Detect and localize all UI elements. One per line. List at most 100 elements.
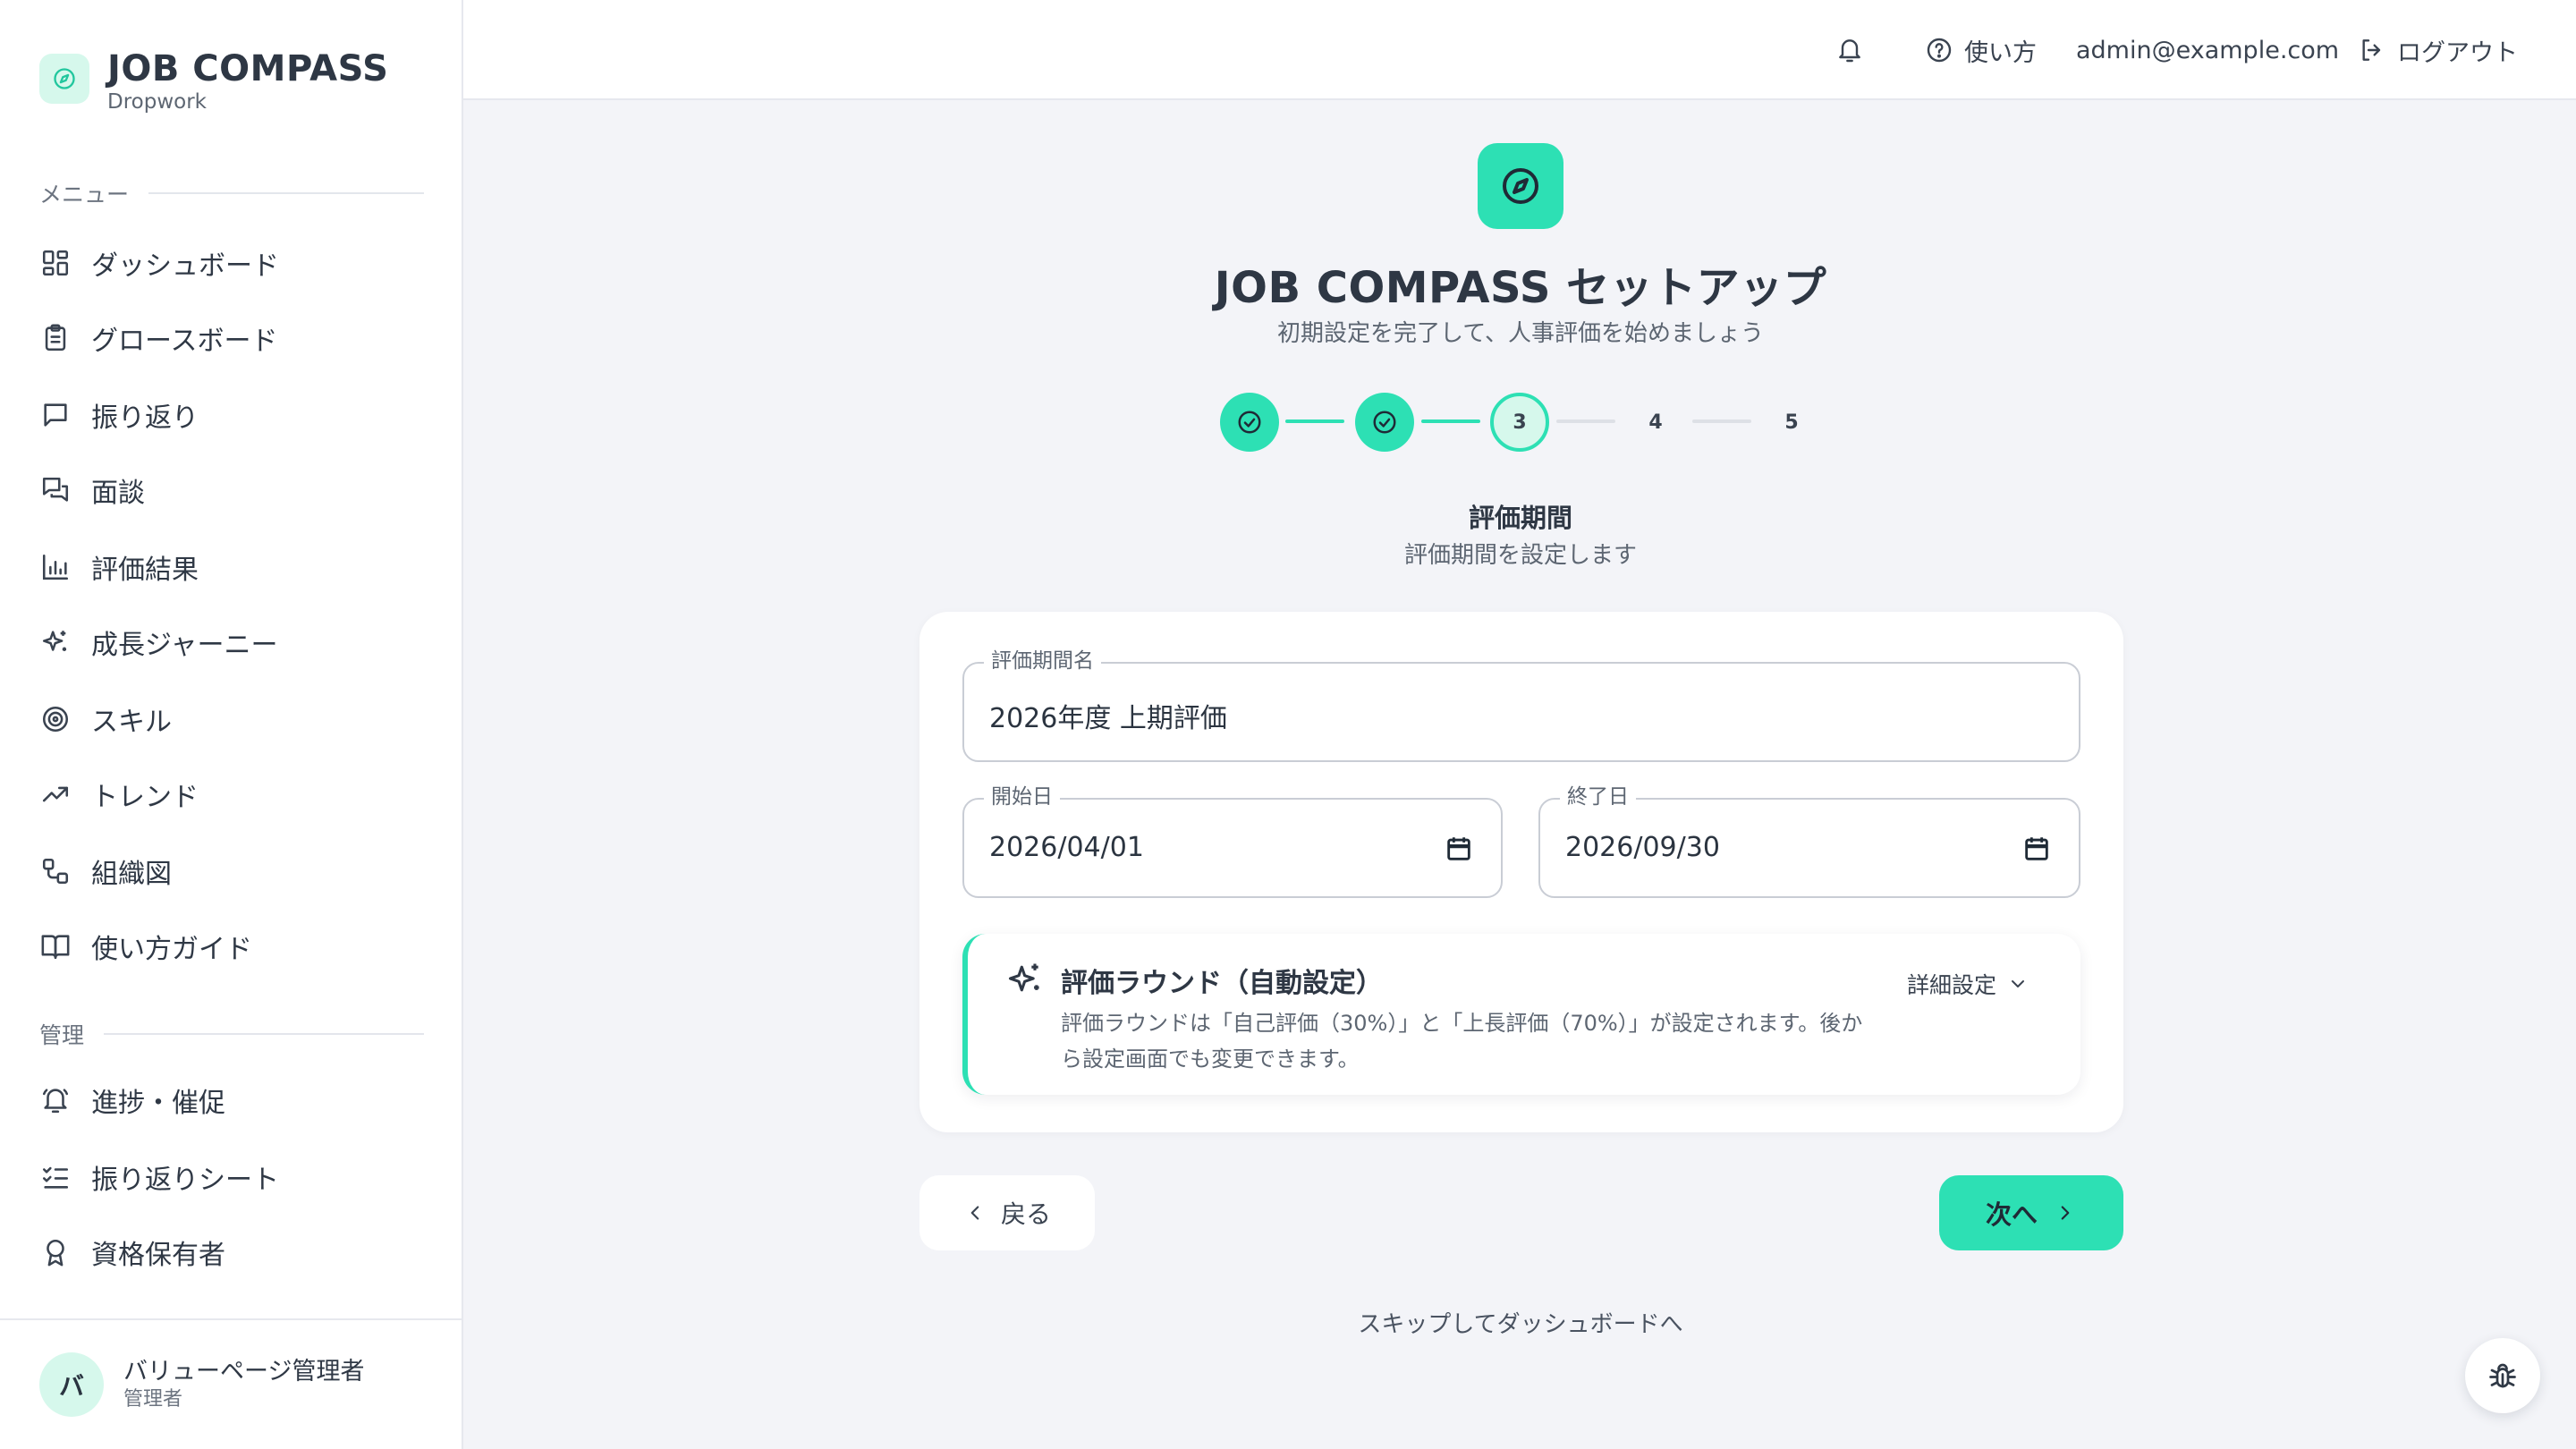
start-date-field[interactable]: 開始日 2026/04/01 (962, 784, 1503, 898)
setup-card: 評価期間名 2026年度 上期評価 開始日 2026/04/01 終了日 202… (919, 612, 2123, 1132)
logout-button[interactable]: ログアウト (2358, 30, 2518, 70)
sidebar-item-certification-holders[interactable]: 資格保有者 (39, 1225, 225, 1279)
chevron-right-icon (2061, 1206, 2070, 1220)
app-root: JOB COMPASS Dropwork メニュー ダッシュボード グロースボー… (0, 0, 2576, 1449)
sidebar-item-dashboard[interactable]: ダッシュボード (39, 236, 279, 290)
check-circle-icon (1373, 411, 1396, 434)
top-bar: 使い方 admin@example.com ログアウト (463, 0, 2576, 100)
trending-up-icon (39, 778, 72, 810)
avatar: バ (39, 1352, 104, 1417)
back-button[interactable]: 戻る (919, 1175, 1095, 1250)
user-role: 管理者 (123, 1388, 183, 1411)
checklist-icon (39, 1161, 72, 1193)
brand-subtitle: Dropwork (107, 90, 207, 114)
sidebar-item-label: 進捗・催促 (91, 1088, 225, 1119)
detail-settings-label: 詳細設定 (1907, 972, 1997, 998)
sidebar-item-label: 振り返り (91, 402, 199, 434)
logout-icon (2358, 36, 2386, 64)
step-4: 4 (1648, 411, 1663, 434)
check-circle-icon (1238, 411, 1261, 434)
sidebar-item-growth-board[interactable]: グロースボード (39, 311, 278, 365)
book-icon (39, 930, 72, 962)
sidebar-item-interview[interactable]: 面談 (39, 463, 145, 517)
sidebar-item-label: 組織図 (91, 859, 172, 890)
step-title: 評価期間 (1468, 503, 1572, 533)
step-1 (1220, 393, 1279, 452)
bar-chart-icon (39, 551, 72, 583)
start-date-label: 開始日 (984, 784, 1060, 810)
target-icon (39, 703, 72, 735)
sidebar-item-org-chart[interactable]: 組織図 (39, 844, 172, 898)
step-3: 3 (1490, 393, 1549, 452)
sidebar-item-reflection[interactable]: 振り返り (39, 388, 199, 442)
sidebar-item-label: 振り返りシート (91, 1165, 279, 1196)
sidebar-item-label: 成長ジャーニー (91, 630, 278, 661)
detail-settings-toggle[interactable]: 詳細設定 (1907, 968, 2029, 1000)
period-name-value: 2026年度 上期評価 (989, 703, 1227, 734)
bug-report-button[interactable] (2465, 1338, 2540, 1413)
sidebar-item-label: 資格保有者 (91, 1240, 225, 1271)
sidebar-item-label: スキル (91, 707, 172, 738)
next-button[interactable]: 次へ (1939, 1175, 2123, 1250)
sidebar-item-label: 使い方ガイド (91, 934, 252, 965)
step-connector (1285, 419, 1344, 423)
step-subtitle: 評価期間を設定します (1403, 542, 1637, 569)
bug-icon (2489, 1363, 2516, 1388)
help-button[interactable]: 使い方 (1925, 30, 2037, 70)
back-label: 戻る (1000, 1199, 1051, 1229)
user-name: バリューページ管理者 (123, 1358, 365, 1385)
compass-logo-icon (39, 54, 89, 104)
step-connector (1421, 419, 1480, 423)
calendar-icon[interactable] (1444, 834, 1474, 864)
page-title: JOB COMPASS セットアップ (1214, 263, 1827, 313)
sidebar-item-reflection-sheet[interactable]: 振り返りシート (39, 1150, 279, 1204)
end-date-field[interactable]: 終了日 2026/09/30 (1538, 784, 2080, 898)
sidebar-item-skills[interactable]: スキル (39, 692, 172, 746)
chat-bubble-icon (39, 399, 72, 431)
sidebar-item-growth-journey[interactable]: 成長ジャーニー (39, 615, 278, 669)
step-connector (1556, 419, 1615, 423)
bell-icon (1835, 36, 1864, 64)
step-connector (1692, 419, 1751, 423)
chevron-left-icon (970, 1206, 979, 1220)
skip-to-dashboard-link[interactable]: スキップしてダッシュボードへ (1163, 1306, 1878, 1339)
round-title: 評価ラウンド（自動設定） (1061, 968, 1383, 999)
menu-section-label: メニュー (39, 177, 424, 209)
brand-name: JOB COMPASS (107, 48, 389, 89)
clipboard-icon (39, 322, 72, 354)
sidebar-item-label: ダッシュボード (91, 250, 279, 282)
dashboard-icon (39, 247, 72, 279)
chevron-down-icon (2012, 980, 2025, 987)
org-chart-icon (39, 855, 72, 887)
sidebar-item-evaluation-results[interactable]: 評価結果 (39, 540, 199, 594)
step-5: 5 (1784, 411, 1799, 434)
calendar-icon[interactable] (2021, 834, 2052, 864)
help-circle-icon (1925, 36, 1953, 64)
start-date-value: 2026/04/01 (989, 832, 1144, 863)
sidebar-item-label: 評価結果 (91, 555, 199, 586)
sidebar-item-guide[interactable]: 使い方ガイド (39, 919, 252, 973)
sidebar: JOB COMPASS Dropwork メニュー ダッシュボード グロースボー… (0, 0, 463, 1449)
bell-icon (39, 1084, 72, 1116)
compass-icon (1478, 143, 1563, 229)
sidebar-item-label: グロースボード (91, 326, 278, 357)
period-name-field[interactable]: 評価期間名 2026年度 上期評価 (962, 648, 2080, 762)
notifications-button[interactable] (1835, 30, 1864, 70)
user-email: admin@example.com (2076, 36, 2340, 64)
user-profile[interactable]: バ バリューページ管理者 管理者 (0, 1318, 462, 1449)
sidebar-item-progress[interactable]: 進捗・催促 (39, 1073, 225, 1127)
logout-label: ログアウト (2397, 38, 2518, 67)
end-date-label: 終了日 (1560, 784, 1636, 810)
sidebar-item-trend[interactable]: トレンド (39, 767, 199, 821)
next-label: 次へ (1985, 1199, 2038, 1230)
admin-section-label: 管理 (39, 1018, 424, 1050)
brand[interactable]: JOB COMPASS Dropwork (39, 48, 388, 114)
sidebar-item-label: トレンド (91, 782, 199, 813)
period-name-label: 評価期間名 (984, 648, 1101, 674)
chat-bubbles-icon (39, 474, 72, 506)
step-2 (1355, 393, 1414, 452)
page-subtitle: 初期設定を完了して、人事評価を始めましょう (1277, 320, 1764, 347)
sidebar-item-label: 面談 (91, 478, 145, 509)
sparkles-icon (39, 626, 72, 658)
award-icon (39, 1236, 72, 1268)
